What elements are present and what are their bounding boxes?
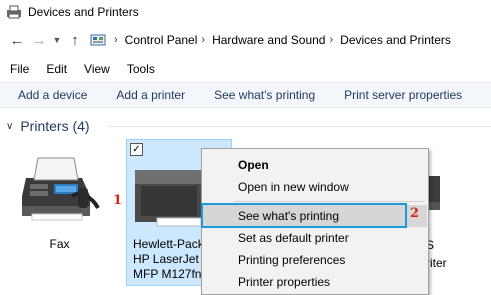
navigation-bar: ← → ▼ ↑ › Control Panel › Hardware and S… bbox=[0, 28, 491, 52]
menu-item-printing-preferences[interactable]: Printing preferences bbox=[203, 249, 427, 271]
printers-group-header[interactable]: ∨ Printers (4) bbox=[6, 116, 90, 136]
address-bar[interactable]: › Control Panel › Hardware and Sound › D… bbox=[90, 29, 491, 51]
fax-label: Fax bbox=[49, 237, 70, 251]
breadcrumb-devices-and-printers[interactable]: Devices and Printers bbox=[340, 33, 451, 47]
menu-item-printer-properties[interactable]: Printer properties bbox=[203, 271, 427, 293]
chevron-down-icon[interactable]: ∨ bbox=[6, 121, 13, 132]
control-panel-icon bbox=[90, 34, 106, 46]
device-fax[interactable]: Fax bbox=[12, 148, 107, 258]
callout-number-1: 1 bbox=[113, 193, 123, 208]
right-label-line-1: S bbox=[426, 238, 435, 252]
breadcrumb-separator-icon: › bbox=[201, 34, 206, 46]
partially-hidden-device-label: S riter bbox=[426, 236, 491, 272]
command-bar: Add a device Add a printer See what's pr… bbox=[0, 82, 491, 108]
print-server-properties-button[interactable]: Print server properties bbox=[344, 88, 462, 102]
menu-view[interactable]: View bbox=[84, 62, 110, 76]
menu-file[interactable]: File bbox=[10, 62, 29, 76]
fax-icon bbox=[22, 157, 100, 221]
annotation-highlight-box bbox=[201, 203, 407, 228]
breadcrumb-control-panel[interactable]: Control Panel bbox=[125, 33, 198, 47]
breadcrumb-hardware-and-sound[interactable]: Hardware and Sound bbox=[212, 33, 325, 47]
group-title: Printers (4) bbox=[20, 118, 90, 134]
menu-edit[interactable]: Edit bbox=[46, 62, 67, 76]
forward-arrow-icon[interactable]: → bbox=[28, 29, 50, 51]
printer-icon bbox=[426, 176, 440, 210]
devices-printers-icon bbox=[7, 5, 21, 19]
menu-separator bbox=[234, 201, 424, 202]
callout-number-2: 2 bbox=[410, 206, 420, 221]
menu-item-open[interactable]: Open bbox=[203, 154, 427, 176]
breadcrumb-separator-icon: › bbox=[114, 34, 118, 46]
group-divider bbox=[108, 126, 491, 127]
menu-tools[interactable]: Tools bbox=[127, 62, 155, 76]
menu-item-open-new-window[interactable]: Open in new window bbox=[203, 176, 427, 198]
add-printer-button[interactable]: Add a printer bbox=[116, 88, 185, 102]
window-title: Devices and Printers bbox=[28, 5, 139, 19]
see-whats-printing-button[interactable]: See what's printing bbox=[214, 88, 315, 102]
right-label-line-2: riter bbox=[426, 256, 447, 270]
menu-item-set-default-printer[interactable]: Set as default printer bbox=[203, 227, 427, 249]
add-device-button[interactable]: Add a device bbox=[18, 88, 87, 102]
menu-bar: File Edit View Tools bbox=[0, 58, 491, 80]
back-arrow-icon[interactable]: ← bbox=[6, 29, 28, 51]
device-partially-hidden[interactable] bbox=[426, 162, 491, 222]
up-arrow-icon[interactable]: ↑ bbox=[64, 29, 86, 51]
breadcrumb-separator-icon: › bbox=[329, 34, 334, 46]
title-bar: Devices and Printers bbox=[0, 0, 491, 24]
recent-locations-chevron-icon[interactable]: ▼ bbox=[50, 29, 64, 51]
